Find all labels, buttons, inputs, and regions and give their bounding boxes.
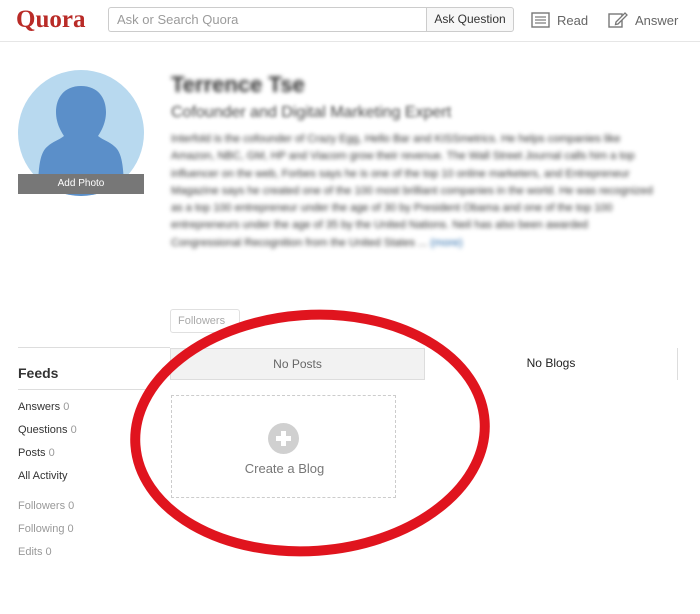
sidebar-item-posts[interactable]: Posts 0 — [18, 447, 55, 459]
section-divider-left — [18, 347, 170, 348]
nav-answer[interactable]: Answer — [608, 9, 678, 31]
feeds-heading: Feeds — [18, 365, 59, 381]
sidebar-stat-followers[interactable]: Followers 0 — [18, 500, 74, 512]
sidebar-item-questions[interactable]: Questions 0 — [18, 424, 77, 436]
sidebar-item-all-activity[interactable]: All Activity — [18, 470, 68, 482]
add-photo-button[interactable]: Add Photo — [18, 174, 144, 194]
search-input[interactable] — [108, 7, 426, 32]
plus-circle-icon — [268, 423, 299, 454]
profile-bio-text: Interfold is the cofounder of Crazy Egg,… — [171, 133, 653, 249]
ask-question-button[interactable]: Ask Question — [426, 7, 514, 32]
sidebar-item-label: Posts — [18, 447, 46, 459]
read-icon — [531, 12, 550, 28]
nav-read[interactable]: Read — [531, 9, 588, 31]
profile-name: Terrence Tse — [171, 72, 305, 97]
sidebar-item-count: 0 — [63, 401, 70, 413]
sidebar-item-count: 0 — [48, 447, 55, 459]
create-blog-label: Create a Blog — [244, 461, 325, 476]
sidebar-item-count: 0 — [70, 424, 77, 436]
top-header: Quora Ask Question Read Answer — [0, 0, 700, 42]
create-blog-button[interactable]: Create a Blog — [171, 395, 396, 498]
sidebar-stat-label: Followers — [18, 500, 66, 512]
sidebar-item-label: Answers — [18, 401, 61, 413]
sidebar-item-label: All Activity — [18, 470, 68, 482]
sidebar-stat-count: 0 — [45, 546, 52, 558]
nav-read-label: Read — [557, 12, 589, 28]
feeds-divider — [18, 389, 148, 390]
sidebar-stat-following[interactable]: Following 0 — [18, 523, 74, 535]
sidebar-stat-label: Edits — [18, 546, 43, 558]
sidebar-stat-count: 0 — [67, 523, 74, 535]
bio-more-link[interactable]: (more) — [430, 237, 462, 249]
tab-blogs[interactable]: No Blogs — [425, 348, 678, 380]
sidebar-item-label: Questions — [18, 424, 68, 436]
nav-answer-label: Answer — [635, 12, 679, 28]
profile-tagline: Cofounder and Digital Marketing Expert — [171, 104, 452, 121]
pencil-edit-icon — [608, 12, 628, 28]
follow-button[interactable]: Followers — [170, 309, 240, 333]
sidebar-stat-label: Following — [18, 523, 65, 535]
sidebar-stat-edits[interactable]: Edits 0 — [18, 546, 52, 558]
profile-photo[interactable]: Add Photo — [18, 70, 144, 196]
sidebar-stat-count: 0 — [68, 500, 75, 512]
sidebar-item-answers[interactable]: Answers 0 — [18, 401, 69, 413]
quora-logo[interactable]: Quora — [16, 6, 85, 34]
tab-posts[interactable]: No Posts — [170, 348, 425, 380]
profile-bio: Interfold is the cofounder of Crazy Egg,… — [171, 131, 661, 252]
